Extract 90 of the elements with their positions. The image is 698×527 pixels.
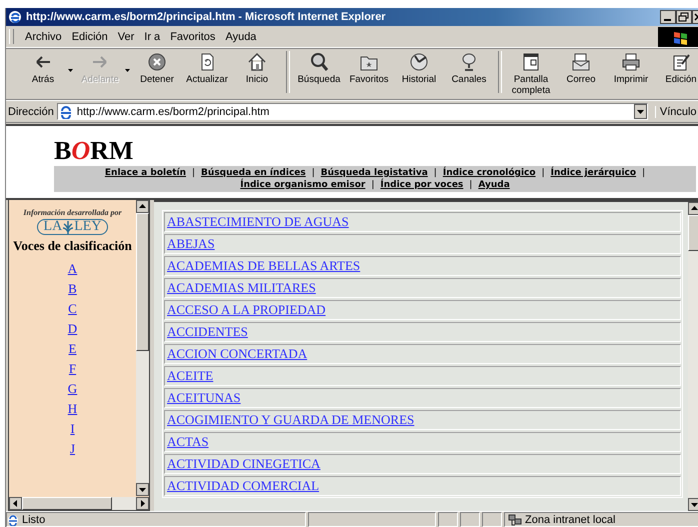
list-item-link[interactable]: ACTIVIDAD CINEGETICA — [164, 454, 681, 474]
toolbar-button[interactable]: Historial — [394, 51, 444, 85]
separator: | — [371, 179, 374, 191]
scroll-up-icon — [688, 202, 698, 215]
nav-link[interactable]: Enlace a boletín — [104, 167, 186, 179]
nav-link[interactable]: Búsqueda legistativa — [320, 167, 428, 179]
toolbar-button[interactable]: Búsqueda — [294, 51, 344, 85]
credit-text: Información desarrollada por — [23, 208, 122, 217]
toolbar-button[interactable]: Imprimir — [606, 51, 656, 85]
letter-link[interactable]: J — [70, 439, 76, 459]
letter-link[interactable]: C — [68, 299, 77, 319]
list-item-link[interactable]: ACTIVIDAD COMERCIAL — [164, 476, 681, 496]
scroll-down-icon — [688, 498, 698, 511]
toolbar-button[interactable]: Atrás — [18, 51, 68, 85]
list-item-link[interactable]: ACCESO A LA PROPIEDAD — [164, 300, 681, 320]
status-text: Listo — [22, 514, 46, 526]
minimize-icon — [660, 10, 676, 24]
links-label[interactable]: Vínculo — [654, 106, 697, 118]
toolbar-button[interactable]: Canales — [444, 51, 494, 85]
scroll-thumb[interactable] — [136, 213, 149, 351]
stop-icon — [147, 52, 167, 72]
window-title: http://www.carm.es/borm2/principal.htm - Microsoft Internet Explorer — [26, 11, 387, 23]
separator: | — [542, 167, 545, 179]
home-icon — [247, 52, 267, 72]
address-field[interactable]: http://www.carm.es/borm2/principal.htm — [56, 103, 648, 120]
toolbar-button[interactable]: Favoritos — [344, 51, 394, 85]
la-ley-logo: LA LEY — [36, 219, 108, 235]
menu-item[interactable]: Ayuda — [220, 30, 262, 42]
nav-link[interactable]: Índice por voces — [380, 179, 464, 191]
list-item-link[interactable]: ACCION CONCERTADA — [164, 344, 681, 364]
horizontal-scrollbar[interactable] — [9, 497, 149, 510]
separator: | — [642, 167, 646, 179]
browser-icon — [8, 10, 22, 24]
list-item-link[interactable]: ACADEMIAS MILITARES — [164, 278, 681, 298]
list-item-link[interactable]: ACEITE — [164, 366, 681, 386]
separator: | — [312, 167, 315, 179]
nav-link[interactable]: Índice cronológico — [442, 167, 536, 179]
list-item-link[interactable]: ABASTECIMIENTO DE AGUAS — [164, 212, 681, 232]
nav-link[interactable]: Índice jerárquico — [550, 167, 636, 179]
toolbar-button[interactable]: Actualizar — [182, 51, 232, 85]
toolbar-button[interactable]: Detener — [132, 51, 182, 85]
address-label: Dirección — [8, 106, 54, 118]
search-icon — [309, 52, 329, 72]
borm-logo: BORM — [54, 140, 134, 162]
laurel-icon — [62, 220, 74, 234]
list-item-link[interactable]: ACTAS — [164, 432, 681, 452]
toolbar-button[interactable]: Edición — [656, 51, 698, 85]
menu-item[interactable]: Ver — [112, 30, 140, 42]
nav-link[interactable]: Ayuda — [478, 179, 510, 191]
list-item-link[interactable]: ACADEMIAS DE BELLAS ARTES — [164, 256, 681, 276]
page-icon — [58, 104, 73, 118]
list-item-link[interactable]: ACOGIMIENTO Y GUARDA DE MENORES — [164, 410, 681, 430]
letter-link[interactable]: I — [70, 419, 75, 439]
scroll-left-icon — [9, 497, 22, 510]
toolbar-button[interactable]: Correo — [556, 51, 606, 85]
letter-link[interactable]: G — [68, 379, 78, 399]
nav-link[interactable]: Índice organismo emisor — [240, 179, 366, 191]
list-item-link[interactable]: ACEITUNAS — [164, 388, 681, 408]
list-item-link[interactable]: ACCIDENTES — [164, 322, 681, 342]
separator: | — [469, 179, 472, 191]
zone-text: Zona intranet local — [525, 514, 616, 526]
menu-item[interactable]: Edición — [66, 30, 113, 42]
vertical-scrollbar[interactable] — [136, 200, 149, 496]
letter-link[interactable]: B — [68, 279, 77, 299]
window-icon — [521, 52, 541, 72]
section-heading: Voces de clasificación — [13, 237, 132, 255]
printer-icon — [621, 52, 641, 72]
scroll-up-icon — [136, 200, 149, 213]
menu-item[interactable]: Favoritos — [165, 30, 220, 42]
letter-link[interactable]: H — [68, 399, 78, 419]
letter-link[interactable]: E — [68, 339, 76, 359]
menu-item[interactable]: Archivo — [20, 30, 67, 42]
menu-item[interactable]: Ir a — [139, 30, 166, 42]
letter-link[interactable]: D — [68, 319, 78, 339]
list-item-link[interactable]: ABEJAS — [164, 234, 681, 254]
envelope-icon — [571, 52, 591, 72]
scroll-right-icon — [136, 497, 149, 510]
scroll-thumb[interactable] — [22, 497, 112, 510]
nav-link[interactable]: Búsqueda en índices — [201, 167, 306, 179]
separator: | — [192, 167, 196, 179]
vertical-scrollbar[interactable] — [688, 202, 698, 511]
toolbar-button[interactable]: Pantalla completa — [506, 51, 556, 96]
notepad-pencil-icon — [671, 52, 691, 72]
page-icon — [7, 514, 19, 526]
separator: | — [434, 167, 437, 179]
letter-link[interactable]: F — [68, 359, 76, 379]
toolbar-button[interactable]: Inicio — [232, 51, 282, 85]
close-icon — [692, 10, 698, 24]
letter-link[interactable]: A — [68, 259, 78, 279]
scroll-down-icon — [136, 483, 149, 496]
